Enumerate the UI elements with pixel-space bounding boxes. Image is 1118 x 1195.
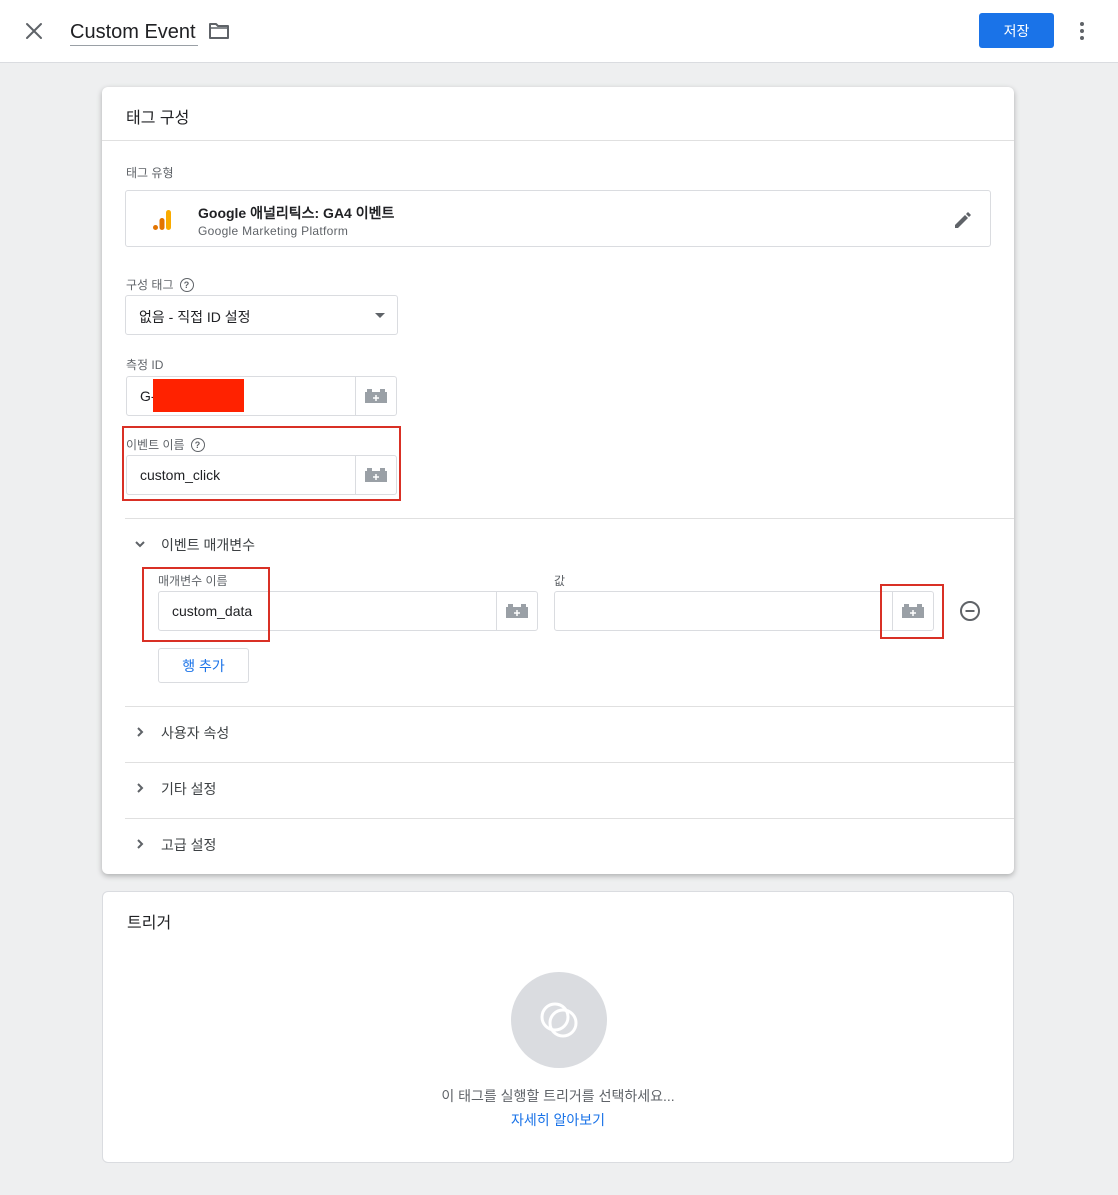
save-button[interactable]: 저장 — [979, 13, 1054, 48]
section-label: 기타 설정 — [161, 781, 217, 797]
variable-picker-icon[interactable] — [355, 456, 396, 494]
param-value-field[interactable] — [554, 591, 934, 631]
section-label: 고급 설정 — [161, 837, 217, 853]
config-tag-label-text: 구성 태그 — [126, 278, 174, 292]
measurement-id-field[interactable]: G- — [126, 376, 397, 416]
tag-type-label: 태그 유형 — [126, 164, 174, 181]
card-header: 태그 구성 — [102, 87, 1014, 141]
tag-type-selector[interactable]: Google 애널리틱스: GA4 이벤트 Google Marketing P… — [125, 190, 991, 247]
param-name-label: 매개변수 이름 — [158, 572, 228, 589]
variable-picker-icon[interactable] — [892, 592, 933, 630]
dropdown-caret-icon — [375, 313, 385, 318]
help-icon[interactable]: ? — [190, 437, 205, 452]
measurement-id-label: 측정 ID — [126, 356, 163, 373]
event-params-label: 이벤트 매개변수 — [161, 537, 256, 553]
redacted-block — [153, 379, 244, 412]
config-tag-select[interactable]: 없음 - 직접 ID 설정 — [125, 295, 398, 335]
tag-type-subtitle: Google Marketing Platform — [198, 224, 349, 238]
event-name-value: custom_click — [140, 467, 221, 483]
help-icon[interactable]: ? — [179, 277, 194, 292]
section-label: 사용자 속성 — [161, 725, 230, 741]
remove-row-icon[interactable] — [959, 600, 981, 622]
trigger-placeholder[interactable] — [511, 972, 607, 1068]
chevron-right-icon — [133, 781, 147, 795]
event-name-label-text: 이벤트 이름 — [126, 438, 185, 452]
user-properties-section[interactable]: 사용자 속성 — [125, 705, 1014, 761]
event-params-section[interactable]: 이벤트 매개변수 — [125, 517, 1014, 573]
event-name-label: 이벤트 이름 ? — [126, 436, 205, 453]
learn-more-link[interactable]: 자세히 알아보기 — [103, 1110, 1013, 1130]
edit-pencil-icon[interactable] — [952, 209, 974, 231]
trigger-title: 트리거 — [127, 915, 172, 932]
variable-picker-icon[interactable] — [355, 377, 396, 415]
trigger-card[interactable]: 트리거 이 태그를 실행할 트리거를 선택하세요... 자세히 알아보기 — [102, 891, 1014, 1163]
card-title: 태그 구성 — [126, 110, 190, 127]
param-name-label-text: 매개변수 이름 — [158, 574, 228, 588]
tag-type-label-text: 태그 유형 — [126, 166, 174, 180]
param-name-value: custom_data — [172, 603, 253, 619]
chevron-right-icon — [133, 837, 147, 851]
param-name-field[interactable]: custom_data — [158, 591, 538, 631]
tag-title[interactable]: Custom Event — [70, 18, 198, 46]
trigger-message: 이 태그를 실행할 트리거를 선택하세요... — [441, 1088, 675, 1104]
advanced-settings-section[interactable]: 고급 설정 — [125, 817, 1014, 873]
folder-icon[interactable] — [207, 20, 231, 42]
other-settings-section[interactable]: 기타 설정 — [125, 761, 1014, 817]
variable-picker-icon[interactable] — [496, 592, 537, 630]
tag-configuration-card: 태그 구성 태그 유형 Google 애널리틱스: GA4 이벤트 Google… — [102, 87, 1014, 874]
more-options-icon[interactable] — [1070, 17, 1094, 45]
config-tag-label: 구성 태그 ? — [126, 276, 194, 293]
trigger-icon — [540, 1002, 578, 1038]
add-row-button[interactable]: 행 추가 — [158, 648, 249, 683]
chevron-down-icon — [133, 537, 147, 551]
param-value-label-text: 값 — [554, 574, 566, 588]
config-tag-value: 없음 - 직접 ID 설정 — [139, 309, 251, 325]
google-analytics-icon — [152, 208, 174, 232]
chevron-right-icon — [133, 725, 147, 739]
measurement-id-label-text: 측정 ID — [126, 358, 164, 372]
top-bar: Custom Event 저장 — [0, 0, 1118, 63]
tag-type-title: Google 애널리틱스: GA4 이벤트 — [198, 205, 395, 221]
close-icon[interactable] — [20, 17, 48, 45]
event-name-field[interactable]: custom_click — [126, 455, 397, 495]
param-value-label: 값 — [554, 572, 565, 589]
